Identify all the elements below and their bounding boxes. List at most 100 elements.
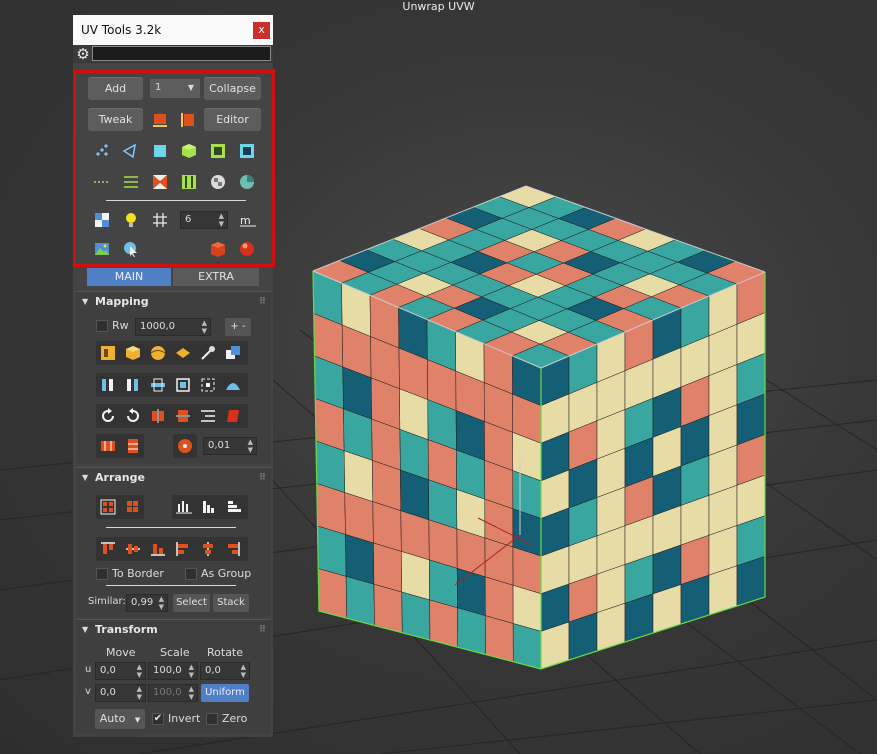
align-lines-icon[interactable] bbox=[199, 407, 217, 425]
image-icon[interactable] bbox=[93, 240, 111, 258]
collapse-button[interactable]: Collapse bbox=[204, 77, 261, 100]
copy-paste-uv-icon[interactable] bbox=[224, 344, 242, 362]
element-mode-icon[interactable] bbox=[180, 142, 198, 160]
align-center-h-icon[interactable] bbox=[199, 540, 217, 558]
shrink-frame-icon[interactable] bbox=[199, 376, 217, 394]
invert-checkbox[interactable]: ✔ bbox=[152, 713, 164, 725]
skew-icon[interactable] bbox=[224, 407, 242, 425]
mapping-header[interactable]: ▼ Mapping ⠿ bbox=[76, 292, 271, 312]
pack-icon[interactable] bbox=[99, 498, 117, 516]
zero-checkbox[interactable] bbox=[206, 713, 218, 725]
gear-icon[interactable]: ⚙ bbox=[75, 46, 91, 62]
ruler-vertical-icon[interactable] bbox=[124, 437, 142, 455]
panel-titlebar[interactable]: UV Tools 3.2k x bbox=[73, 15, 273, 45]
checker-map-icon[interactable] bbox=[93, 211, 111, 229]
align-right-icon[interactable] bbox=[224, 540, 242, 558]
u-scale-spinner[interactable]: 100,0 ▲ ▼ bbox=[148, 662, 198, 680]
rw-spinner[interactable]: 1000,0 ▲ ▼ bbox=[135, 318, 211, 336]
tweak-button[interactable]: Tweak bbox=[88, 108, 143, 131]
sort-width-icon[interactable] bbox=[225, 498, 243, 516]
select-inner-icon[interactable] bbox=[238, 142, 256, 160]
add-button[interactable]: Add bbox=[88, 77, 143, 100]
close-button[interactable]: x bbox=[253, 22, 270, 39]
editor-button[interactable]: Editor bbox=[204, 108, 261, 131]
edge-mode-icon[interactable] bbox=[121, 142, 139, 160]
distribute-bars-icon[interactable] bbox=[175, 498, 193, 516]
u-rotate-spinner[interactable]: 0,0 ▲ ▼ bbox=[200, 662, 250, 680]
box-map-icon[interactable] bbox=[124, 344, 142, 362]
uniform-button[interactable]: Uniform bbox=[201, 684, 249, 702]
cube-tile bbox=[457, 607, 486, 655]
checker-size-spinner[interactable]: 6 ▲ ▼ bbox=[180, 211, 228, 229]
tab-main[interactable]: MAIN bbox=[87, 268, 171, 286]
align-top-icon[interactable] bbox=[99, 540, 117, 558]
cursor-select-icon[interactable] bbox=[122, 240, 140, 258]
sphere-render-icon[interactable] bbox=[238, 240, 256, 258]
select-border-icon[interactable] bbox=[209, 142, 227, 160]
tab-extra[interactable]: EXTRA bbox=[173, 268, 259, 286]
rw-value: 1000,0 bbox=[140, 321, 175, 332]
grid-hash-icon[interactable] bbox=[151, 211, 169, 229]
stitch-icon[interactable] bbox=[180, 173, 198, 191]
search-input[interactable] bbox=[92, 46, 271, 61]
cube-tile bbox=[429, 599, 459, 648]
pack-tight-icon[interactable] bbox=[124, 498, 142, 516]
u-move-spinner[interactable]: 0,0 ▲ ▼ bbox=[95, 662, 146, 680]
align-bottom-icon[interactable] bbox=[149, 540, 167, 558]
vertex-mode-icon[interactable] bbox=[93, 142, 111, 160]
cube-tile bbox=[317, 568, 348, 619]
transform-header[interactable]: ▼ Transform ⠿ bbox=[76, 620, 271, 640]
ruler-horizontal-icon[interactable] bbox=[99, 437, 117, 455]
rotate-ccw-icon[interactable] bbox=[124, 407, 142, 425]
eyedropper-icon[interactable] bbox=[199, 344, 217, 362]
align-left-icon[interactable] bbox=[174, 540, 192, 558]
stack-button[interactable]: Stack bbox=[213, 594, 249, 612]
as-group-checkbox[interactable] bbox=[185, 568, 197, 580]
flatten-map-icon[interactable] bbox=[174, 344, 192, 362]
channel-dropdown[interactable]: 1 ▼ bbox=[150, 79, 200, 98]
face-mode-icon[interactable] bbox=[151, 142, 169, 160]
align-bottom-edge-icon[interactable] bbox=[151, 111, 169, 129]
edge-loop-icon[interactable] bbox=[122, 173, 140, 191]
straighten-icon[interactable] bbox=[149, 376, 167, 394]
align-center-v-icon[interactable] bbox=[124, 540, 142, 558]
arrange-header[interactable]: ▼ Arrange ⠿ bbox=[76, 468, 271, 488]
spherical-map-icon[interactable] bbox=[149, 344, 167, 362]
rotate-cw-icon[interactable] bbox=[99, 407, 117, 425]
grip-icon: ⠿ bbox=[258, 473, 266, 483]
auto-dropdown[interactable]: Auto ▼ bbox=[95, 709, 145, 729]
as-group-label: As Group bbox=[201, 567, 252, 580]
flip-seam-icon[interactable] bbox=[151, 173, 169, 191]
relax-horizontal-icon[interactable] bbox=[124, 376, 142, 394]
chevron-down-icon: ▼ bbox=[134, 716, 141, 724]
align-left-edge-icon[interactable] bbox=[179, 111, 197, 129]
mirror-horizontal-icon[interactable] bbox=[149, 407, 167, 425]
target-icon[interactable] bbox=[176, 437, 194, 455]
arrange-rollout: ▼ Arrange ⠿ To Border As Group Similar: … bbox=[76, 467, 271, 617]
checker-icon[interactable] bbox=[209, 173, 227, 191]
light-bulb-icon[interactable] bbox=[122, 211, 140, 229]
fit-frame-icon[interactable] bbox=[174, 376, 192, 394]
chevron-down-icon: ▼ bbox=[187, 83, 194, 92]
planar-map-icon[interactable] bbox=[99, 344, 117, 362]
move-label: Move bbox=[106, 646, 136, 659]
spinner-arrows-icon: ▲ ▼ bbox=[240, 663, 246, 679]
plus-minus-button[interactable]: + - bbox=[225, 318, 251, 336]
texel-density-icon[interactable]: m bbox=[239, 211, 257, 229]
arc-icon[interactable] bbox=[224, 376, 242, 394]
to-border-checkbox[interactable] bbox=[96, 568, 108, 580]
threshold-spinner[interactable]: 0,01 ▲ ▼ bbox=[203, 437, 257, 455]
open-edges-icon[interactable] bbox=[93, 173, 111, 191]
sort-height-icon[interactable] bbox=[200, 498, 218, 516]
mirror-vertical-icon[interactable] bbox=[174, 407, 192, 425]
similar-spinner[interactable]: 0,99 ▲ ▼ bbox=[126, 594, 168, 612]
v-move-spinner[interactable]: 0,0 ▲ ▼ bbox=[95, 684, 146, 702]
separator bbox=[106, 585, 236, 586]
box-render-icon[interactable] bbox=[209, 240, 227, 258]
u-label: u bbox=[85, 664, 92, 675]
sphere-quad-icon[interactable] bbox=[238, 173, 256, 191]
relax-vertical-icon[interactable] bbox=[99, 376, 117, 394]
select-button[interactable]: Select bbox=[173, 594, 210, 612]
cube-tile bbox=[484, 576, 514, 624]
rw-checkbox[interactable] bbox=[96, 320, 108, 332]
